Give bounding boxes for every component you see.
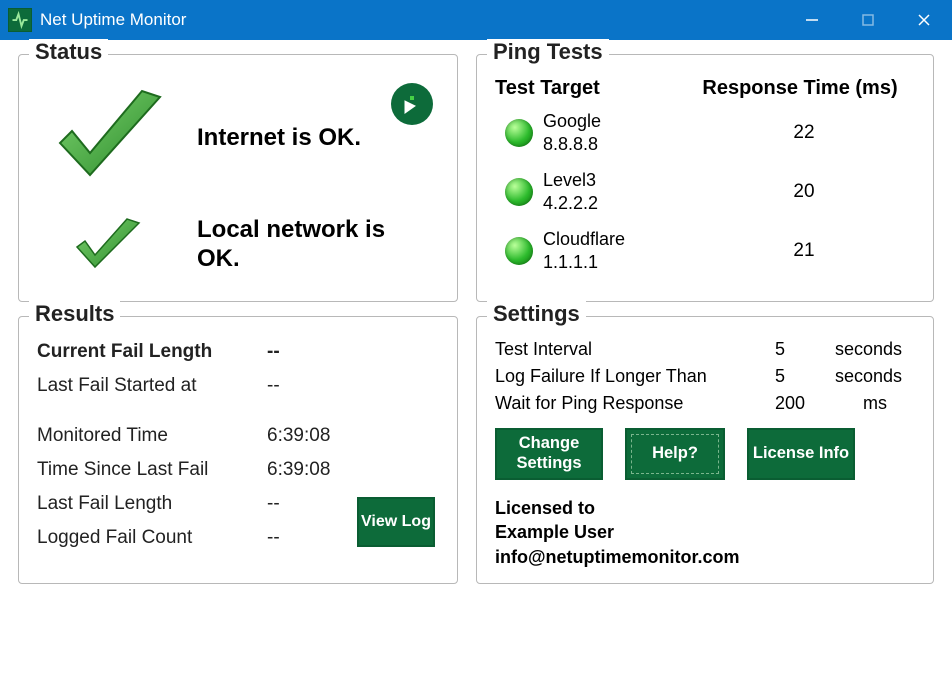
results-label: Monitored Time <box>37 425 267 447</box>
licensed-to-label: Licensed to <box>495 496 915 520</box>
results-row: Last Fail Started at -- <box>37 375 439 397</box>
ping-response: 22 <box>693 122 915 144</box>
status-indicator-icon <box>495 237 543 265</box>
results-row: Current Fail Length -- <box>37 341 439 363</box>
ping-target-addr: 1.1.1.1 <box>543 251 693 274</box>
results-label: Time Since Last Fail <box>37 459 267 481</box>
checkmark-icon <box>37 215 177 275</box>
ping-target-name: Cloudflare <box>543 228 693 251</box>
results-label: Current Fail Length <box>37 341 267 363</box>
results-value: -- <box>267 375 280 397</box>
license-info: Licensed to Example User info@netuptimem… <box>495 496 915 569</box>
local-status-row: Local network is OK. <box>37 215 439 275</box>
settings-label: Log Failure If Longer Than <box>495 366 775 387</box>
results-row: Time Since Last Fail 6:39:08 <box>37 459 439 481</box>
maximize-button[interactable] <box>840 0 896 40</box>
help-button[interactable]: Help? <box>625 428 725 480</box>
ping-response: 21 <box>693 240 915 262</box>
ping-panel: Ping Tests Test Target Response Time (ms… <box>476 54 934 302</box>
ping-target-addr: 4.2.2.2 <box>543 192 693 215</box>
results-value: -- <box>267 493 280 515</box>
local-status-text: Local network is OK. <box>197 216 417 274</box>
status-panel: Status Internet is OK. <box>18 54 458 302</box>
ping-title: Ping Tests <box>487 39 609 65</box>
titlebar[interactable]: Net Uptime Monitor <box>0 0 952 40</box>
settings-panel: Settings Test Interval 5 seconds Log Fai… <box>476 316 934 584</box>
results-title: Results <box>29 301 120 327</box>
results-panel: Results Current Fail Length -- Last Fail… <box>18 316 458 584</box>
ping-target-addr: 8.8.8.8 <box>543 133 693 156</box>
settings-row: Wait for Ping Response 200 ms <box>495 393 915 414</box>
settings-label: Test Interval <box>495 339 775 360</box>
window-controls <box>784 0 952 40</box>
results-label: Last Fail Length <box>37 493 267 515</box>
settings-row: Test Interval 5 seconds <box>495 339 915 360</box>
settings-unit: seconds <box>835 339 915 360</box>
licensed-user: Example User <box>495 520 915 544</box>
settings-row: Log Failure If Longer Than 5 seconds <box>495 366 915 387</box>
window-title: Net Uptime Monitor <box>40 10 784 30</box>
internet-status-text: Internet is OK. <box>197 124 361 153</box>
status-indicator-icon <box>495 119 543 147</box>
ping-header-resp: Response Time (ms) <box>685 77 915 100</box>
results-value: 6:39:08 <box>267 459 330 481</box>
settings-value: 5 <box>775 366 835 387</box>
ping-row: Cloudflare 1.1.1.1 21 <box>495 228 915 273</box>
ping-row: Google 8.8.8.8 22 <box>495 110 915 155</box>
app-icon <box>8 8 32 32</box>
ping-target-name: Google <box>543 110 693 133</box>
close-button[interactable] <box>896 0 952 40</box>
ping-header-target: Test Target <box>495 77 685 100</box>
settings-value: 5 <box>775 339 835 360</box>
checkmark-icon <box>37 83 177 193</box>
ping-header: Test Target Response Time (ms) <box>495 73 915 100</box>
results-value: -- <box>267 527 280 549</box>
status-indicator-icon <box>495 178 543 206</box>
licensed-email: info@netuptimemonitor.com <box>495 545 915 569</box>
settings-unit: seconds <box>835 366 915 387</box>
results-value: -- <box>267 341 280 363</box>
minimize-button[interactable] <box>784 0 840 40</box>
settings-title: Settings <box>487 301 586 327</box>
settings-label: Wait for Ping Response <box>495 393 775 414</box>
status-title: Status <box>29 39 108 65</box>
ping-target-name: Level3 <box>543 169 693 192</box>
tray-indicator-icon[interactable] <box>391 83 433 125</box>
ping-response: 20 <box>693 181 915 203</box>
internet-status-row: Internet is OK. <box>37 83 439 193</box>
settings-value: 200 <box>775 393 835 414</box>
settings-unit: ms <box>835 393 915 414</box>
license-info-button[interactable]: License Info <box>747 428 855 480</box>
change-settings-button[interactable]: Change Settings <box>495 428 603 480</box>
results-row: Monitored Time 6:39:08 <box>37 425 439 447</box>
view-log-button[interactable]: View Log <box>357 497 435 547</box>
results-label: Last Fail Started at <box>37 375 267 397</box>
ping-row: Level3 4.2.2.2 20 <box>495 169 915 214</box>
results-label: Logged Fail Count <box>37 527 267 549</box>
results-value: 6:39:08 <box>267 425 330 447</box>
